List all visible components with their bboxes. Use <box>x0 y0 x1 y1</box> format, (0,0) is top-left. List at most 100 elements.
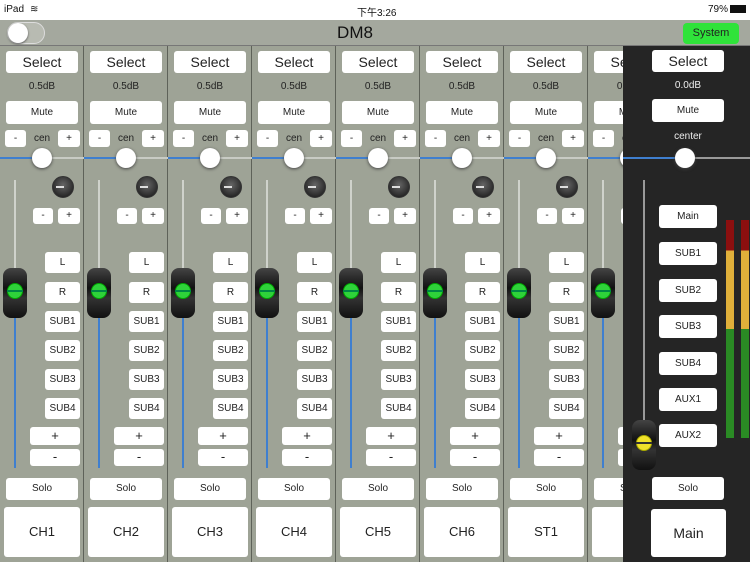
route-sub1-button[interactable]: SUB1 <box>549 311 584 332</box>
route-sub4-button[interactable]: SUB4 <box>381 398 416 419</box>
route-sub3-button[interactable]: SUB3 <box>549 369 584 390</box>
pan-left-button[interactable]: - <box>593 130 614 147</box>
pan-right-button[interactable]: + <box>310 130 332 147</box>
route-l-button[interactable]: L <box>465 252 500 273</box>
master-mute-button[interactable]: Mute <box>652 99 724 122</box>
aux-minus-button[interactable]: - <box>537 208 557 224</box>
channel-name-button[interactable]: CH2 <box>88 507 164 557</box>
select-button[interactable]: Select <box>258 51 330 73</box>
route-sub4-button[interactable]: SUB4 <box>213 398 248 419</box>
route-sub1-button[interactable]: SUB1 <box>129 311 164 332</box>
route-sub3-button[interactable]: SUB3 <box>129 369 164 390</box>
select-button[interactable]: Select <box>90 51 162 73</box>
fader-knob[interactable] <box>87 268 111 318</box>
pan-left-button[interactable]: - <box>257 130 278 147</box>
mute-button[interactable]: Mute <box>6 101 78 124</box>
route-sub2-button[interactable]: SUB2 <box>129 340 164 361</box>
aux-minus-button[interactable]: - <box>33 208 53 224</box>
route-r-button[interactable]: R <box>549 282 584 303</box>
gain-plus-button[interactable]: + <box>114 427 164 445</box>
channel-name-button[interactable]: ST1 <box>508 507 584 557</box>
master-bus-aux1-button[interactable]: AUX1 <box>659 388 717 411</box>
route-sub2-button[interactable]: SUB2 <box>45 340 80 361</box>
aux-plus-button[interactable]: + <box>142 208 164 224</box>
route-sub2-button[interactable]: SUB2 <box>297 340 332 361</box>
route-sub3-button[interactable]: SUB3 <box>297 369 332 390</box>
route-sub4-button[interactable]: SUB4 <box>549 398 584 419</box>
solo-button[interactable]: Solo <box>258 478 330 500</box>
gain-plus-button[interactable]: + <box>450 427 500 445</box>
route-l-button[interactable]: L <box>45 252 80 273</box>
master-bus-aux2-button[interactable]: AUX2 <box>659 424 717 447</box>
mute-button[interactable]: Mute <box>174 101 246 124</box>
aux-minus-button[interactable]: - <box>369 208 389 224</box>
solo-button[interactable]: Solo <box>174 478 246 500</box>
solo-button[interactable]: Solo <box>510 478 582 500</box>
master-pan-knob[interactable] <box>675 148 695 168</box>
pan-left-button[interactable]: - <box>341 130 362 147</box>
aux-send-knob[interactable] <box>136 176 158 198</box>
aux-minus-button[interactable]: - <box>117 208 137 224</box>
solo-button[interactable]: Solo <box>426 478 498 500</box>
fader-knob[interactable] <box>3 268 27 318</box>
pan-knob[interactable] <box>200 148 220 168</box>
mute-button[interactable]: Mute <box>258 101 330 124</box>
pan-knob[interactable] <box>452 148 472 168</box>
aux-send-knob[interactable] <box>304 176 326 198</box>
mute-button[interactable]: Mute <box>426 101 498 124</box>
pan-knob[interactable] <box>368 148 388 168</box>
route-l-button[interactable]: L <box>381 252 416 273</box>
aux-plus-button[interactable]: + <box>562 208 584 224</box>
gain-plus-button[interactable]: + <box>30 427 80 445</box>
system-button[interactable]: System <box>683 23 739 44</box>
master-bus-sub2-button[interactable]: SUB2 <box>659 279 717 302</box>
aux-send-knob[interactable] <box>556 176 578 198</box>
aux-minus-button[interactable]: - <box>201 208 221 224</box>
pan-right-button[interactable]: + <box>562 130 584 147</box>
mute-button[interactable]: Mute <box>510 101 582 124</box>
route-l-button[interactable]: L <box>297 252 332 273</box>
route-sub3-button[interactable]: SUB3 <box>381 369 416 390</box>
route-l-button[interactable]: L <box>213 252 248 273</box>
fader-knob[interactable] <box>171 268 195 318</box>
pan-left-button[interactable]: - <box>173 130 194 147</box>
master-bus-sub4-button[interactable]: SUB4 <box>659 352 717 375</box>
gain-minus-button[interactable]: - <box>282 449 332 466</box>
channel-name-button[interactable]: CH6 <box>424 507 500 557</box>
route-sub1-button[interactable]: SUB1 <box>381 311 416 332</box>
route-sub4-button[interactable]: SUB4 <box>297 398 332 419</box>
gain-plus-button[interactable]: + <box>366 427 416 445</box>
pan-right-button[interactable]: + <box>394 130 416 147</box>
master-bus-sub3-button[interactable]: SUB3 <box>659 315 717 338</box>
solo-button[interactable]: Solo <box>6 478 78 500</box>
pan-knob[interactable] <box>116 148 136 168</box>
route-r-button[interactable]: R <box>297 282 332 303</box>
pan-left-button[interactable]: - <box>89 130 110 147</box>
master-bus-sub1-button[interactable]: SUB1 <box>659 242 717 265</box>
aux-plus-button[interactable]: + <box>310 208 332 224</box>
gain-plus-button[interactable]: + <box>198 427 248 445</box>
route-sub3-button[interactable]: SUB3 <box>45 369 80 390</box>
fader-knob[interactable] <box>255 268 279 318</box>
pan-knob[interactable] <box>536 148 556 168</box>
route-l-button[interactable]: L <box>129 252 164 273</box>
gain-plus-button[interactable]: + <box>534 427 584 445</box>
fader-knob[interactable] <box>507 268 531 318</box>
aux-minus-button[interactable]: - <box>285 208 305 224</box>
pan-right-button[interactable]: + <box>58 130 80 147</box>
aux-send-knob[interactable] <box>472 176 494 198</box>
route-sub1-button[interactable]: SUB1 <box>297 311 332 332</box>
route-r-button[interactable]: R <box>465 282 500 303</box>
select-button[interactable]: Select <box>510 51 582 73</box>
master-solo-button[interactable]: Solo <box>652 477 724 500</box>
channel-name-button[interactable]: CH1 <box>4 507 80 557</box>
solo-button[interactable]: Solo <box>90 478 162 500</box>
route-sub2-button[interactable]: SUB2 <box>465 340 500 361</box>
route-sub3-button[interactable]: SUB3 <box>213 369 248 390</box>
channel-name-button[interactable]: CH5 <box>340 507 416 557</box>
route-r-button[interactable]: R <box>129 282 164 303</box>
aux-minus-button[interactable]: - <box>453 208 473 224</box>
pan-left-button[interactable]: - <box>5 130 26 147</box>
master-name-button[interactable]: Main <box>651 509 726 557</box>
pan-right-button[interactable]: + <box>142 130 164 147</box>
